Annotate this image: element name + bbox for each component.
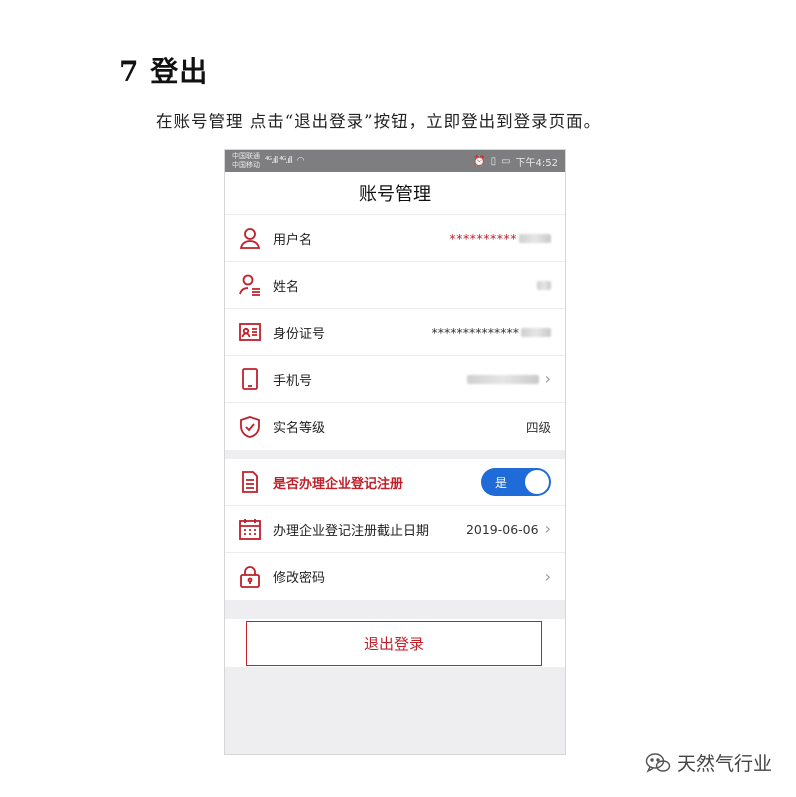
document-icon — [237, 469, 263, 495]
id-number-label: 身份证号 — [273, 326, 326, 342]
chevron-right-icon: › — [544, 519, 551, 538]
phone-icon — [237, 366, 263, 392]
username-value: ********** — [449, 230, 517, 246]
row-name: 姓名 — [225, 262, 565, 309]
row-id-number: 身份证号 ************** — [225, 309, 565, 356]
carrier-info: 中国联通 中国移动 — [232, 152, 260, 170]
chevron-right-icon: › — [544, 566, 551, 586]
verification-level-label: 实名等级 — [273, 421, 326, 436]
id-card-icon — [237, 319, 263, 345]
carrier-2: 中国移动 — [232, 161, 260, 169]
toggle-knob — [525, 470, 549, 494]
row-change-password[interactable]: 修改密码 › — [225, 553, 565, 600]
profile-group: 用户名 ********** 姓名 身份证号 ************** 手机… — [225, 215, 565, 450]
verification-level-value: 四级 — [525, 420, 551, 435]
battery-icon: ▭ — [501, 155, 511, 167]
shield-check-icon — [237, 414, 263, 440]
watermark: 天然气行业 — [645, 749, 772, 776]
document-paragraph: 在账号管理 点击“退出登录”按钮，立即登出到登录页面。 — [156, 112, 602, 131]
redacted-blur — [537, 280, 551, 290]
vibrate-icon: ▯ — [490, 155, 497, 167]
row-verification-level: 实名等级 四级 — [225, 403, 565, 450]
user-lines-icon — [237, 272, 263, 298]
enterprise-registration-label: 是否办理企业登记注册 — [273, 476, 404, 492]
screen-title: 账号管理 — [225, 172, 565, 215]
alarm-icon: ⏰ — [473, 155, 486, 167]
redacted-blur — [466, 374, 539, 384]
registration-deadline-label: 办理企业登记注册截止日期 — [273, 523, 430, 539]
user-icon — [237, 225, 263, 251]
change-password-label: 修改密码 — [273, 571, 326, 586]
row-enterprise-registration: 是否办理企业登记注册 是 — [225, 459, 565, 506]
row-phone[interactable]: 手机号 › — [225, 356, 565, 403]
row-username: 用户名 ********** — [225, 215, 565, 262]
wifi-icon: ◠ — [296, 156, 305, 166]
settings-group: 是否办理企业登记注册 是 办理企业登记注册截止日期 2019-06-06 › 修… — [225, 459, 565, 600]
registration-deadline-value: 2019-06-06 — [465, 521, 539, 537]
username-label: 用户名 — [273, 232, 313, 248]
row-registration-deadline[interactable]: 办理企业登记注册截止日期 2019-06-06 › — [225, 506, 565, 553]
enterprise-registration-toggle[interactable]: 是 — [481, 468, 551, 496]
wechat-icon — [645, 752, 671, 773]
document-heading: 7 登出 — [119, 55, 209, 88]
status-time: 下午4:52 — [515, 157, 558, 169]
redacted-blur — [519, 233, 551, 243]
phone-screenshot: 中国联通 中国移动 ⁴ᴳ.ıll ⁴ᴳ.ıll ◠ ⏰ ▯ ▭ 下午4:52 账… — [224, 149, 566, 755]
logout-button[interactable]: 退出登录 — [246, 621, 542, 666]
id-number-value: ************** — [431, 324, 520, 340]
toggle-text: 是 — [495, 475, 508, 490]
calendar-icon — [237, 516, 263, 542]
name-label: 姓名 — [273, 279, 300, 295]
watermark-text: 天然气行业 — [676, 753, 772, 775]
logout-area: 退出登录 — [225, 619, 565, 667]
phone-label: 手机号 — [273, 373, 313, 389]
signal-icon: ⁴ᴳ.ıll ⁴ᴳ.ıll — [265, 156, 293, 166]
redacted-blur — [521, 327, 551, 337]
lock-icon — [237, 564, 263, 590]
chevron-right-icon: › — [544, 369, 551, 388]
carrier-1: 中国联通 — [232, 152, 260, 160]
status-bar: 中国联通 中国移动 ⁴ᴳ.ıll ⁴ᴳ.ıll ◠ ⏰ ▯ ▭ 下午4:52 — [225, 150, 565, 172]
